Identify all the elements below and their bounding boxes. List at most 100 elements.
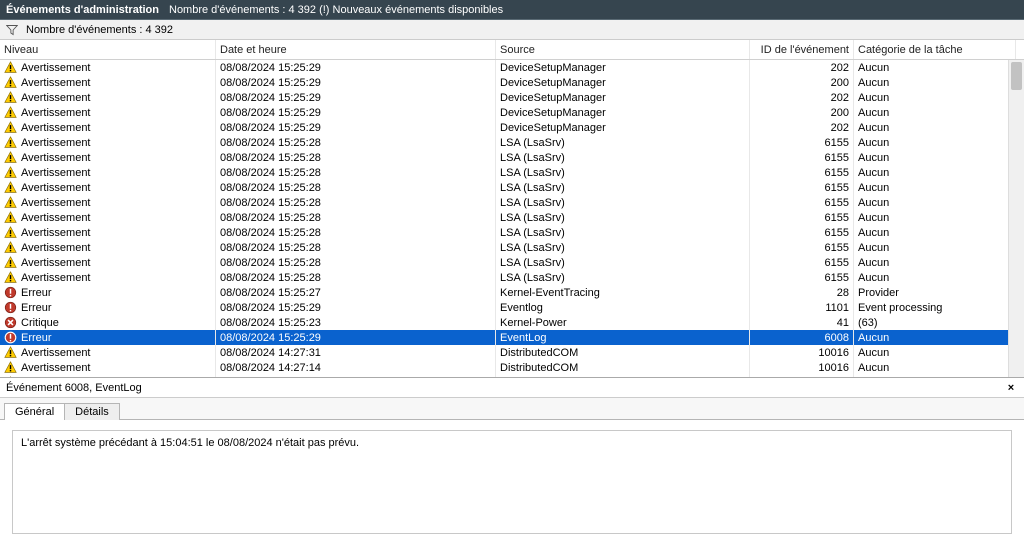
tab-general[interactable]: Général (4, 403, 65, 420)
cell-cat: (63) (854, 315, 1016, 330)
grid-header-row: Niveau Date et heure Source ID de l'évén… (0, 40, 1024, 60)
cell-id: 6155 (750, 225, 854, 240)
warning-icon (4, 61, 17, 74)
table-row[interactable]: Avertissement08/08/2024 15:25:28LSA (Lsa… (0, 270, 1024, 285)
cell-date: 08/08/2024 14:27:31 (216, 345, 496, 360)
col-header-cat[interactable]: Catégorie de la tâche (854, 40, 1016, 59)
warning-icon (4, 361, 17, 374)
cell-id: 41 (750, 315, 854, 330)
detail-title: Événement 6008, EventLog (6, 382, 142, 394)
table-row[interactable]: Erreur08/08/2024 15:25:27Kernel-EventTra… (0, 285, 1024, 300)
detail-body: L'arrêt système précédant à 15:04:51 le … (0, 420, 1024, 544)
cell-niveau: Avertissement (0, 60, 216, 75)
cell-cat: Aucun (854, 120, 1016, 135)
table-row[interactable]: Avertissement08/08/2024 15:25:28LSA (Lsa… (0, 210, 1024, 225)
table-row[interactable]: Avertissement08/08/2024 15:25:28LSA (Lsa… (0, 180, 1024, 195)
col-header-date[interactable]: Date et heure (216, 40, 496, 59)
cell-source: DistributedCOM (496, 360, 750, 375)
cell-niveau: Avertissement (0, 120, 216, 135)
cell-niveau: Avertissement (0, 75, 216, 90)
cell-niveau: Avertissement (0, 210, 216, 225)
cell-date: 08/08/2024 15:25:23 (216, 315, 496, 330)
warning-icon (4, 91, 17, 104)
cell-id: 6155 (750, 210, 854, 225)
cell-cat: Aucun (854, 240, 1016, 255)
warning-icon (4, 76, 17, 89)
cell-source: DeviceSetupManager (496, 75, 750, 90)
col-header-niveau[interactable]: Niveau (0, 40, 216, 59)
table-row[interactable]: Avertissement08/08/2024 15:25:28LSA (Lsa… (0, 225, 1024, 240)
cell-id: 200 (750, 105, 854, 120)
table-row[interactable]: Avertissement08/08/2024 15:25:28LSA (Lsa… (0, 240, 1024, 255)
cell-source: DeviceSetupManager (496, 90, 750, 105)
error-icon (4, 286, 17, 299)
cell-source: DistributedCOM (496, 345, 750, 360)
col-header-source[interactable]: Source (496, 40, 750, 59)
event-count-filter: Nombre d'événements : 4 392 (26, 24, 173, 36)
cell-id: 10016 (750, 360, 854, 375)
table-row[interactable]: Avertissement08/08/2024 15:25:28LSA (Lsa… (0, 195, 1024, 210)
table-row[interactable]: Avertissement08/08/2024 15:25:29DeviceSe… (0, 105, 1024, 120)
cell-id: 6155 (750, 195, 854, 210)
warning-icon (4, 376, 17, 378)
cell-date: 08/08/2024 15:25:28 (216, 150, 496, 165)
warning-icon (4, 136, 17, 149)
detail-header: Événement 6008, EventLog × (0, 378, 1024, 398)
grid-scrollbar[interactable] (1008, 60, 1024, 377)
table-row[interactable]: Avertissement08/08/2024 15:25:28LSA (Lsa… (0, 135, 1024, 150)
cell-cat: Provider (854, 285, 1016, 300)
table-row[interactable]: Avertissement08/08/2024 14:26:52Distribu… (0, 375, 1024, 378)
col-header-id[interactable]: ID de l'événement (750, 40, 854, 59)
cell-niveau: Avertissement (0, 360, 216, 375)
table-row[interactable]: Avertissement08/08/2024 15:25:28LSA (Lsa… (0, 255, 1024, 270)
warning-icon (4, 121, 17, 134)
cell-id: 6155 (750, 255, 854, 270)
cell-id: 6155 (750, 150, 854, 165)
tab-details[interactable]: Détails (64, 403, 120, 420)
cell-niveau: Avertissement (0, 255, 216, 270)
warning-icon (4, 256, 17, 269)
scroll-thumb[interactable] (1011, 62, 1022, 90)
cell-niveau: Avertissement (0, 225, 216, 240)
table-row[interactable]: Avertissement08/08/2024 15:25:29DeviceSe… (0, 75, 1024, 90)
cell-niveau: Avertissement (0, 240, 216, 255)
close-icon[interactable]: × (1004, 381, 1018, 395)
warning-icon (4, 151, 17, 164)
warning-icon (4, 271, 17, 284)
filter-bar: Nombre d'événements : 4 392 (0, 20, 1024, 40)
cell-id: 6155 (750, 240, 854, 255)
table-row[interactable]: Avertissement08/08/2024 15:25:29DeviceSe… (0, 90, 1024, 105)
cell-source: Eventlog (496, 300, 750, 315)
cell-cat: Aucun (854, 135, 1016, 150)
cell-source: Kernel-EventTracing (496, 285, 750, 300)
table-row[interactable]: Avertissement08/08/2024 14:27:31Distribu… (0, 345, 1024, 360)
error-icon (4, 331, 17, 344)
cell-id: 6155 (750, 270, 854, 285)
detail-tabs: Général Détails (0, 398, 1024, 420)
table-row[interactable]: Avertissement08/08/2024 15:25:28LSA (Lsa… (0, 150, 1024, 165)
cell-cat: Aucun (854, 150, 1016, 165)
cell-cat: Aucun (854, 105, 1016, 120)
cell-source: LSA (LsaSrv) (496, 225, 750, 240)
event-grid: Niveau Date et heure Source ID de l'évén… (0, 40, 1024, 378)
cell-source: EventLog (496, 330, 750, 345)
cell-source: LSA (LsaSrv) (496, 210, 750, 225)
table-row[interactable]: Erreur08/08/2024 15:25:29Eventlog1101Eve… (0, 300, 1024, 315)
table-row[interactable]: Critique08/08/2024 15:25:23Kernel-Power4… (0, 315, 1024, 330)
cell-cat: Aucun (854, 210, 1016, 225)
table-row[interactable]: Avertissement08/08/2024 14:27:14Distribu… (0, 360, 1024, 375)
table-row[interactable]: Avertissement08/08/2024 15:25:29DeviceSe… (0, 120, 1024, 135)
cell-cat: Aucun (854, 360, 1016, 375)
filter-icon[interactable] (6, 24, 18, 36)
cell-date: 08/08/2024 15:25:29 (216, 105, 496, 120)
cell-id: 1101 (750, 300, 854, 315)
cell-niveau: Avertissement (0, 135, 216, 150)
table-row[interactable]: Erreur08/08/2024 15:25:29EventLog6008Auc… (0, 330, 1024, 345)
cell-niveau: Avertissement (0, 150, 216, 165)
warning-icon (4, 211, 17, 224)
table-row[interactable]: Avertissement08/08/2024 15:25:29DeviceSe… (0, 60, 1024, 75)
detail-message-box: L'arrêt système précédant à 15:04:51 le … (12, 430, 1012, 534)
table-row[interactable]: Avertissement08/08/2024 15:25:28LSA (Lsa… (0, 165, 1024, 180)
cell-id: 200 (750, 75, 854, 90)
cell-id: 202 (750, 120, 854, 135)
